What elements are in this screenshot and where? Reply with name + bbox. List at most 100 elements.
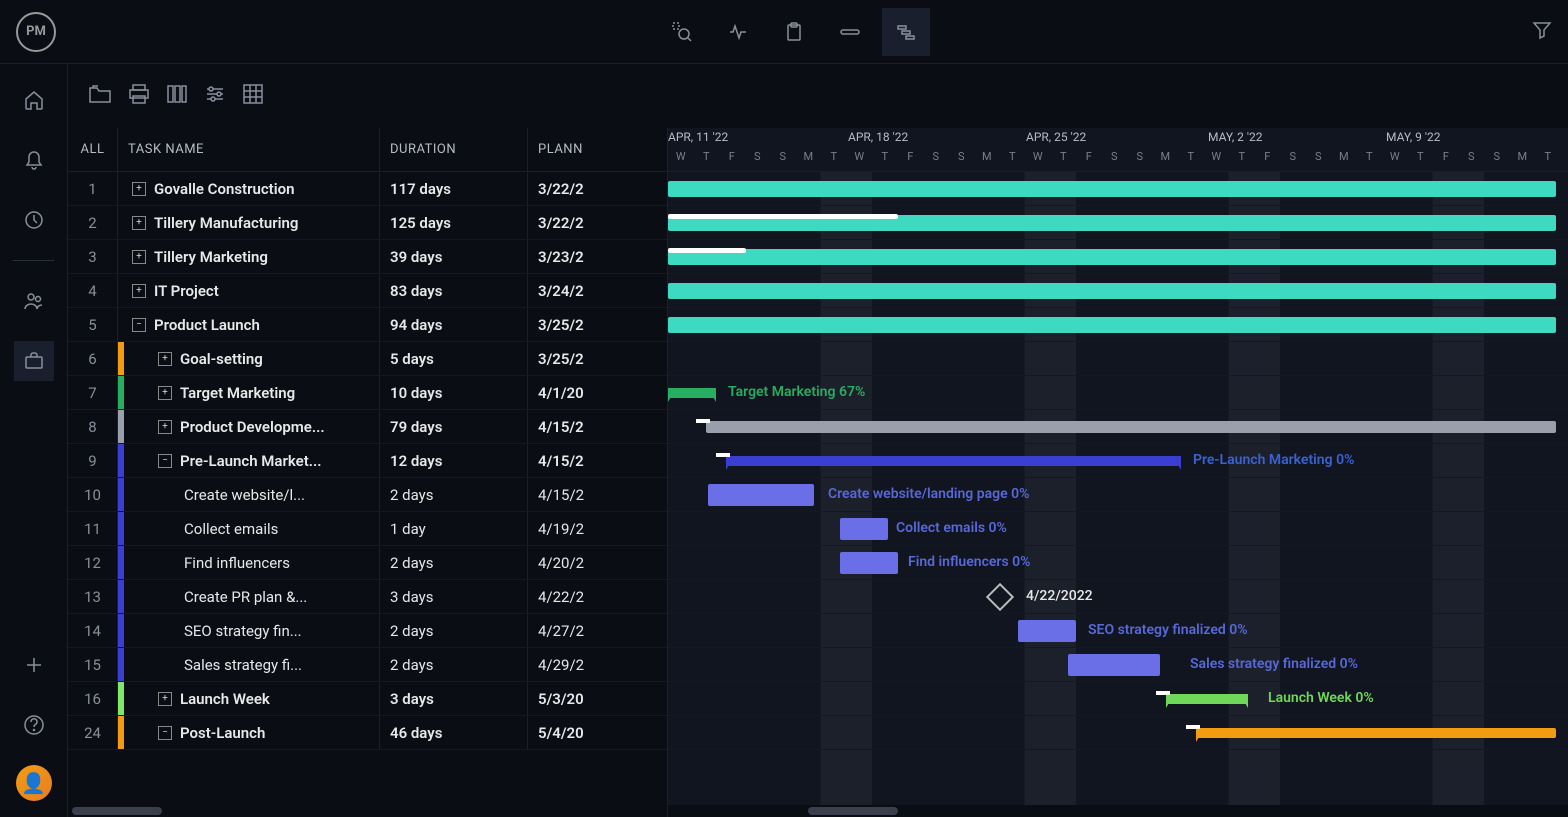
gantt-row[interactable]: [668, 342, 1568, 376]
notifications-icon[interactable]: [14, 140, 54, 180]
task-duration[interactable]: 3 days: [380, 580, 528, 613]
task-planned[interactable]: 5/3/20: [528, 682, 667, 715]
gantt-row[interactable]: Launch Week 0%: [668, 682, 1568, 716]
task-name-cell[interactable]: +Target Marketing: [118, 376, 380, 409]
task-planned[interactable]: 5/4/20: [528, 716, 667, 749]
task-duration[interactable]: 10 days: [380, 376, 528, 409]
task-name-cell[interactable]: −Post-Launch: [118, 716, 380, 749]
task-duration[interactable]: 1 day: [380, 512, 528, 545]
task-planned[interactable]: 3/23/2: [528, 240, 667, 273]
gantt-view-icon[interactable]: [882, 8, 930, 56]
task-duration[interactable]: 2 days: [380, 648, 528, 681]
task-name-cell[interactable]: SEO strategy fin...: [118, 614, 380, 647]
gantt-row[interactable]: Collect emails 0%: [668, 512, 1568, 546]
task-planned[interactable]: 4/27/2: [528, 614, 667, 647]
task-duration[interactable]: 79 days: [380, 410, 528, 443]
task-duration[interactable]: 83 days: [380, 274, 528, 307]
gantt-bar[interactable]: [668, 181, 1556, 197]
columns-icon[interactable]: [166, 83, 188, 109]
task-planned[interactable]: 4/19/2: [528, 512, 667, 545]
gantt-row[interactable]: [668, 206, 1568, 240]
task-planned[interactable]: 4/29/2: [528, 648, 667, 681]
task-name-cell[interactable]: −Product Launch: [118, 308, 380, 341]
help-icon[interactable]: [14, 705, 54, 745]
task-duration[interactable]: 2 days: [380, 546, 528, 579]
filter-icon[interactable]: [1532, 20, 1552, 44]
gantt-bar[interactable]: [668, 317, 1556, 333]
folder-icon[interactable]: [88, 83, 112, 109]
task-duration[interactable]: 3 days: [380, 682, 528, 715]
task-duration[interactable]: 46 days: [380, 716, 528, 749]
task-name-cell[interactable]: +Goal-setting: [118, 342, 380, 375]
task-row[interactable]: 1+Govalle Construction117 days3/22/2: [68, 172, 667, 206]
task-row[interactable]: 2+Tillery Manufacturing125 days3/22/2: [68, 206, 667, 240]
gantt-row[interactable]: [668, 410, 1568, 444]
task-duration[interactable]: 125 days: [380, 206, 528, 239]
task-duration[interactable]: 117 days: [380, 172, 528, 205]
task-row[interactable]: 7+Target Marketing10 days4/1/20: [68, 376, 667, 410]
gantt-bar[interactable]: [668, 249, 1556, 265]
task-row[interactable]: 10Create website/l...2 days4/15/2: [68, 478, 667, 512]
gantt-bar[interactable]: [706, 421, 1556, 433]
gantt-body[interactable]: Target Marketing 67%Pre-Launch Marketing…: [668, 172, 1568, 805]
task-name-cell[interactable]: Create PR plan &...: [118, 580, 380, 613]
gantt-row[interactable]: Sales strategy finalized 0%: [668, 648, 1568, 682]
task-name-cell[interactable]: +Product Developme...: [118, 410, 380, 443]
task-row[interactable]: 13Create PR plan &...3 days4/22/2: [68, 580, 667, 614]
task-name-cell[interactable]: Find influencers: [118, 546, 380, 579]
task-planned[interactable]: 3/22/2: [528, 172, 667, 205]
gantt-row[interactable]: [668, 172, 1568, 206]
grid-icon[interactable]: [242, 83, 264, 109]
task-name-cell[interactable]: Sales strategy fi...: [118, 648, 380, 681]
task-planned[interactable]: 4/15/2: [528, 444, 667, 477]
task-name-cell[interactable]: +Tillery Manufacturing: [118, 206, 380, 239]
expand-icon[interactable]: +: [158, 692, 172, 706]
task-row[interactable]: 16+Launch Week3 days5/3/20: [68, 682, 667, 716]
expand-icon[interactable]: +: [132, 284, 146, 298]
task-planned[interactable]: 4/22/2: [528, 580, 667, 613]
task-name-cell[interactable]: Create website/l...: [118, 478, 380, 511]
task-planned[interactable]: 4/20/2: [528, 546, 667, 579]
col-header-planned[interactable]: PLANN: [528, 128, 667, 171]
expand-icon[interactable]: +: [158, 420, 172, 434]
settings-sliders-icon[interactable]: [204, 83, 226, 109]
task-planned[interactable]: 3/25/2: [528, 308, 667, 341]
col-header-duration[interactable]: DURATION: [380, 128, 528, 171]
expand-icon[interactable]: +: [132, 182, 146, 196]
task-planned[interactable]: 3/25/2: [528, 342, 667, 375]
task-row[interactable]: 12Find influencers2 days4/20/2: [68, 546, 667, 580]
task-row[interactable]: 6+Goal-setting5 days3/25/2: [68, 342, 667, 376]
task-row[interactable]: 14SEO strategy fin...2 days4/27/2: [68, 614, 667, 648]
task-planned[interactable]: 3/24/2: [528, 274, 667, 307]
gantt-row[interactable]: [668, 274, 1568, 308]
gantt-row[interactable]: 4/22/2022: [668, 580, 1568, 614]
milestone-marker[interactable]: [986, 583, 1014, 611]
task-row[interactable]: 24−Post-Launch46 days5/4/20: [68, 716, 667, 750]
task-row[interactable]: 9−Pre-Launch Market...12 days4/15/2: [68, 444, 667, 478]
gantt-scrollbar[interactable]: [668, 805, 1568, 817]
task-row[interactable]: 11Collect emails1 day4/19/2: [68, 512, 667, 546]
team-icon[interactable]: [14, 281, 54, 321]
gantt-bar[interactable]: [840, 552, 898, 574]
task-name-cell[interactable]: +Launch Week: [118, 682, 380, 715]
print-icon[interactable]: [128, 83, 150, 109]
task-row[interactable]: 8+Product Developme...79 days4/15/2: [68, 410, 667, 444]
task-name-cell[interactable]: +Tillery Marketing: [118, 240, 380, 273]
gantt-bar[interactable]: [726, 456, 1181, 466]
gantt-bar[interactable]: [668, 388, 716, 398]
gantt-bar[interactable]: [668, 283, 1556, 299]
task-planned[interactable]: 4/1/20: [528, 376, 667, 409]
task-duration[interactable]: 94 days: [380, 308, 528, 341]
app-logo[interactable]: PM: [16, 12, 56, 52]
task-row[interactable]: 3+Tillery Marketing39 days3/23/2: [68, 240, 667, 274]
gantt-row[interactable]: Pre-Launch Marketing 0%: [668, 444, 1568, 478]
task-name-cell[interactable]: Collect emails: [118, 512, 380, 545]
gantt-bar[interactable]: [840, 518, 888, 540]
task-planned[interactable]: 3/22/2: [528, 206, 667, 239]
task-duration[interactable]: 2 days: [380, 614, 528, 647]
expand-icon[interactable]: +: [158, 352, 172, 366]
link-icon[interactable]: [826, 8, 874, 56]
task-name-cell[interactable]: −Pre-Launch Market...: [118, 444, 380, 477]
avatar[interactable]: 👤: [16, 765, 52, 801]
task-name-cell[interactable]: +Govalle Construction: [118, 172, 380, 205]
